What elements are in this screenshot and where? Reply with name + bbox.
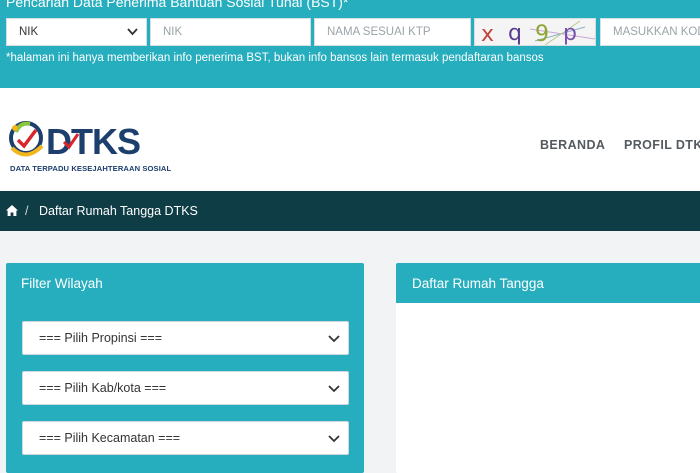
- province-select[interactable]: === Pilih Propinsi ===: [22, 321, 349, 355]
- name-placeholder: NAMA SESUAI KTP: [327, 26, 431, 38]
- id-type-value: NIK: [19, 26, 39, 38]
- chevron-down-icon: [328, 335, 340, 343]
- breadcrumb-current: Daftar Rumah Tangga DTKS: [39, 204, 198, 218]
- province-select-value: === Pilih Propinsi ===: [39, 331, 162, 345]
- home-icon[interactable]: [6, 205, 18, 216]
- breadcrumb-separator: /: [25, 204, 29, 218]
- regency-select[interactable]: === Pilih Kab/kota ===: [22, 371, 349, 405]
- search-note: *halaman ini hanya memberikan info pener…: [6, 52, 544, 64]
- search-band: Pencarian Data Penerima Bantuan Sosial T…: [0, 0, 700, 88]
- captcha-image: x q 9 p: [474, 18, 596, 46]
- filter-panel-title: Filter Wilayah: [21, 276, 103, 291]
- nik-placeholder: NIK: [163, 26, 183, 38]
- captcha-input[interactable]: MASUKKAN KODE: [600, 18, 700, 46]
- household-list-header: Daftar Rumah Tangga: [396, 263, 700, 303]
- chevron-down-icon: [127, 28, 138, 36]
- filter-panel: Filter Wilayah === Pilih Propinsi === ==…: [6, 263, 364, 473]
- household-list-panel: Daftar Rumah Tangga: [396, 263, 700, 473]
- name-input[interactable]: NAMA SESUAI KTP: [314, 18, 471, 46]
- nav-profil-dtks[interactable]: PROFIL DTKS: [624, 138, 700, 152]
- nik-input[interactable]: NIK: [150, 18, 311, 46]
- nav-beranda[interactable]: BERANDA: [540, 138, 605, 152]
- svg-text:9: 9: [535, 22, 549, 46]
- district-select[interactable]: === Pilih Kecamatan ===: [22, 421, 349, 455]
- svg-text:p: p: [563, 21, 577, 46]
- breadcrumb: / Daftar Rumah Tangga DTKS: [0, 191, 700, 231]
- district-select-value: === Pilih Kecamatan ===: [39, 431, 181, 445]
- svg-text:DTKS: DTKS: [46, 121, 140, 162]
- logo-tagline: DATA TERPADU KESEJAHTERAAN SOSIAL: [10, 164, 172, 173]
- captcha-placeholder: MASUKKAN KODE: [613, 26, 700, 38]
- svg-text:x: x: [481, 22, 494, 46]
- svg-text:q: q: [508, 21, 522, 46]
- regency-select-value: === Pilih Kab/kota ===: [39, 381, 167, 395]
- chevron-down-icon: [328, 385, 340, 393]
- id-type-select[interactable]: NIK: [6, 18, 147, 46]
- chevron-down-icon: [328, 435, 340, 443]
- household-list-title: Daftar Rumah Tangga: [412, 276, 544, 291]
- search-title: Pencarian Data Penerima Bantuan Sosial T…: [6, 0, 349, 10]
